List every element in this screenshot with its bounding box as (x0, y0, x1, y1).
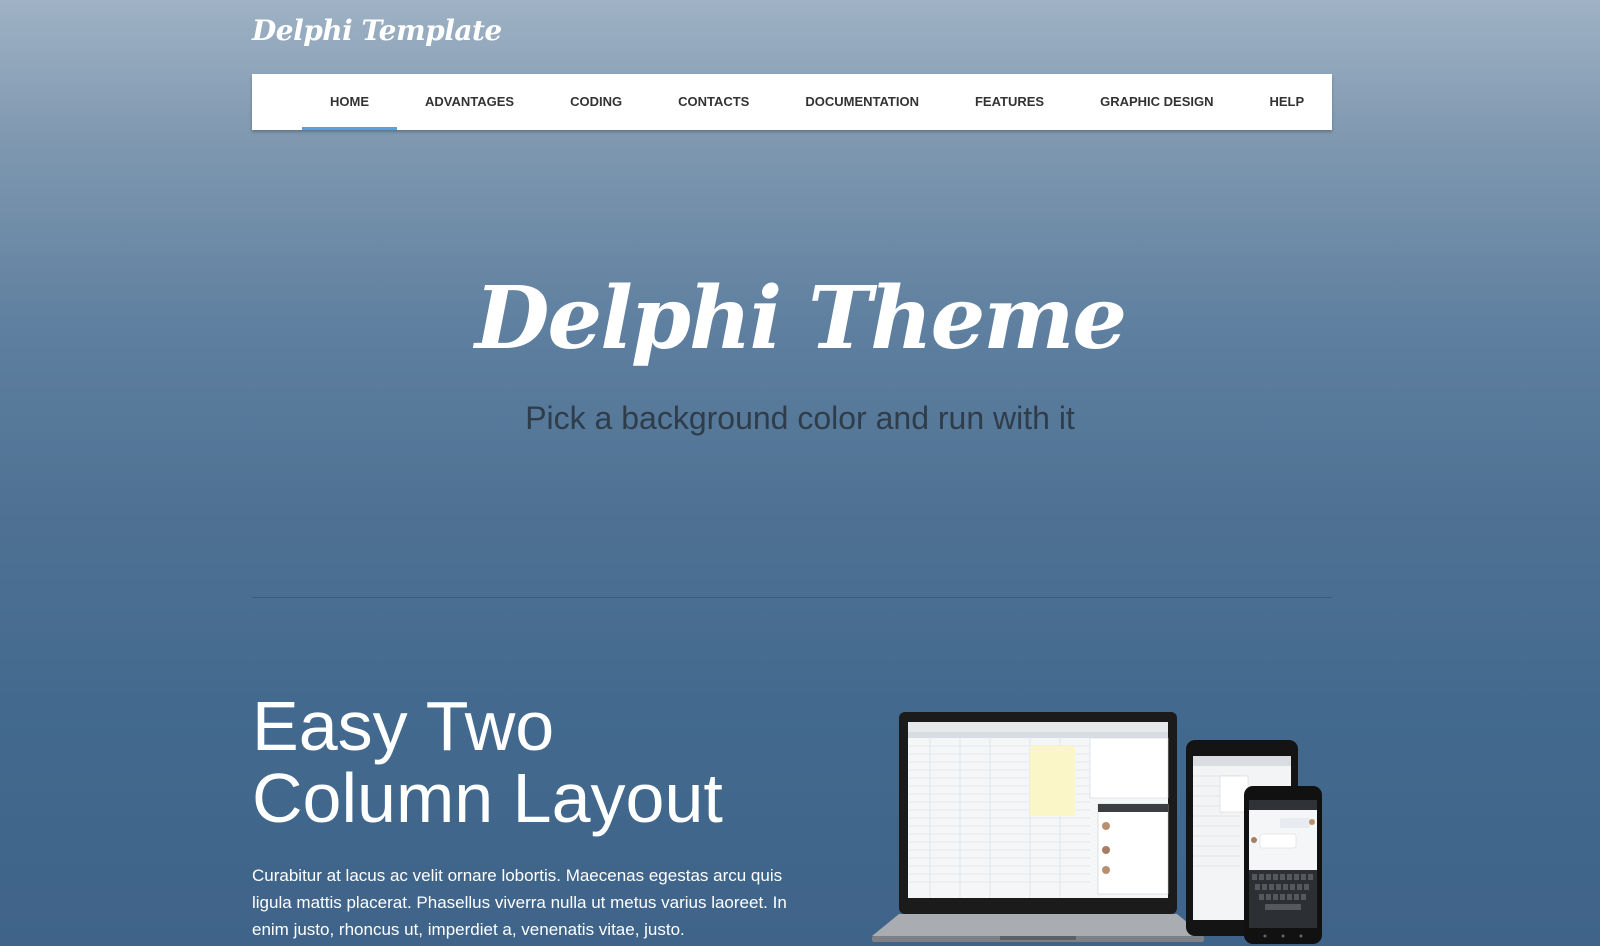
hero-title: Delphi Theme (474, 268, 1127, 369)
nav-item-graphic-design[interactable]: GRAPHIC DESIGN (1072, 74, 1241, 130)
brand-logo[interactable]: Delphi Template (252, 14, 502, 47)
nav-item-contacts[interactable]: CONTACTS (650, 74, 777, 130)
section-heading-line2: Column Layout (252, 759, 723, 837)
nav-item-help[interactable]: HELP (1241, 74, 1332, 130)
nav-item-home[interactable]: HOME (302, 74, 397, 130)
hero-subtitle: Pick a background color and run with it (525, 400, 1075, 436)
nav-item-documentation[interactable]: DOCUMENTATION (777, 74, 947, 130)
main-navbar: HOME ADVANTAGES CODING CONTACTS DOCUMENT… (252, 74, 1332, 130)
devices-illustration (872, 712, 1322, 944)
section-heading: Easy Two Column Layout (252, 690, 812, 834)
phone-image (1244, 786, 1322, 944)
nav-item-advantages[interactable]: ADVANTAGES (397, 74, 542, 130)
laptop-image (872, 712, 1204, 942)
section-divider (252, 597, 1332, 598)
nav-list: HOME ADVANTAGES CODING CONTACTS DOCUMENT… (252, 74, 1332, 130)
nav-item-coding[interactable]: CODING (542, 74, 650, 130)
nav-item-features[interactable]: FEATURES (947, 74, 1072, 130)
section-text: Curabitur at lacus ac velit ornare lobor… (252, 866, 787, 939)
section-heading-line1: Easy Two (252, 687, 555, 765)
